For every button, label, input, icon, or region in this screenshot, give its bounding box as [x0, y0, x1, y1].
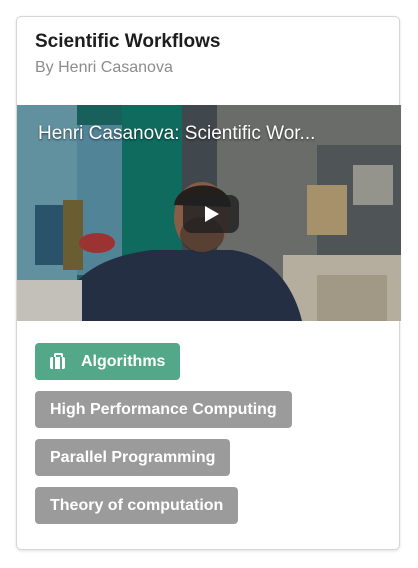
play-button[interactable] — [183, 195, 239, 233]
tag-label: Parallel Programming — [50, 448, 216, 466]
card-author: By Henri Casanova — [35, 59, 173, 76]
tag-parallel-programming[interactable]: Parallel Programming — [35, 439, 231, 476]
tag-high-performance-computing[interactable]: High Performance Computing — [35, 391, 292, 428]
tag-label: Theory of computation — [50, 496, 224, 514]
play-icon — [205, 206, 219, 222]
tag-label: Algorithms — [81, 352, 166, 370]
tag-label: High Performance Computing — [50, 400, 277, 418]
briefcase-icon — [50, 353, 65, 369]
tag-list: Algorithms High Performance Computing Pa… — [35, 343, 292, 535]
video-player[interactable]: Henri Casanova: Scientific Wor... — [17, 105, 401, 321]
tag-theory-of-computation[interactable]: Theory of computation — [35, 487, 239, 524]
video-title[interactable]: Henri Casanova: Scientific Wor... — [38, 123, 315, 145]
tag-algorithms[interactable]: Algorithms — [35, 343, 181, 380]
course-card: Scientific Workflows By Henri Casanova H… — [16, 16, 401, 550]
card-title[interactable]: Scientific Workflows — [35, 31, 220, 53]
